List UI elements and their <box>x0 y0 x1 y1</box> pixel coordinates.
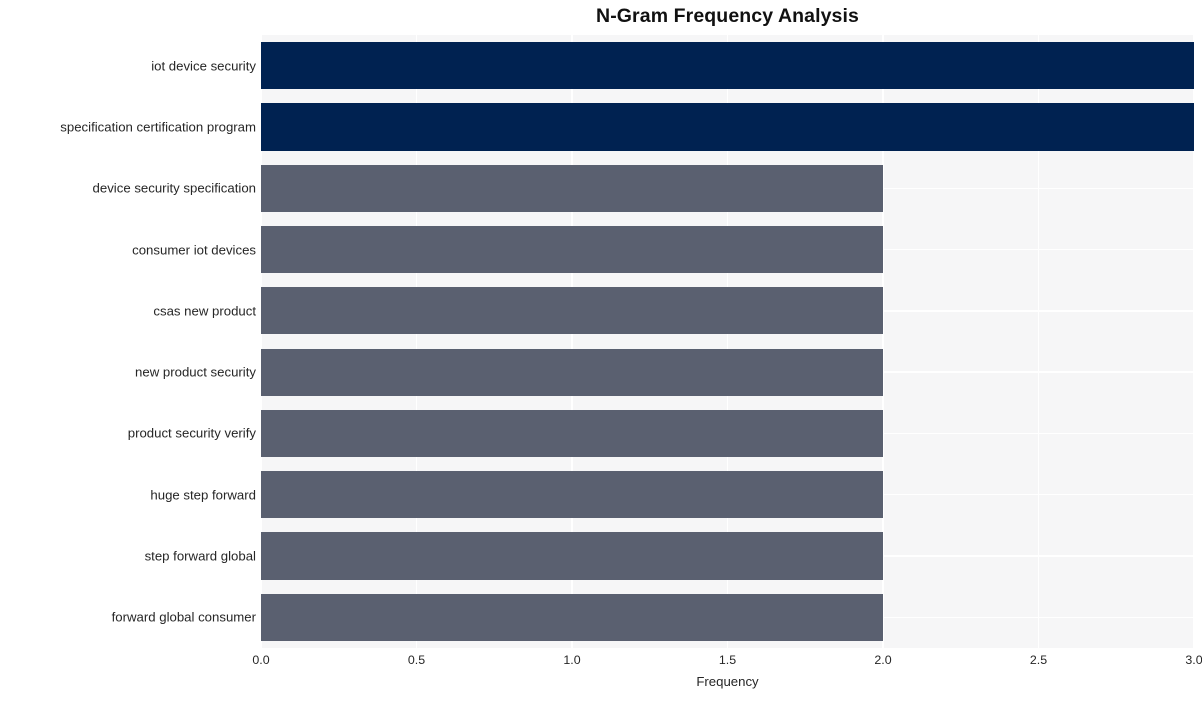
y-tick-label: device security specification <box>92 180 256 196</box>
y-tick-label: product security verify <box>127 425 256 441</box>
y-tick-label: huge step forward <box>150 487 256 503</box>
x-axis-label: Frequency <box>696 674 759 689</box>
y-tick-label: csas new product <box>153 303 256 319</box>
chart-figure: N-Gram Frequency Analysis iot device sec… <box>0 0 1202 701</box>
bar <box>261 348 883 396</box>
y-tick-label: specification certification program <box>60 119 256 135</box>
x-tick-label: 3.0 <box>1185 653 1202 667</box>
bar <box>261 409 883 458</box>
x-tick-label: 0.5 <box>407 653 426 667</box>
x-tick-label: 1.5 <box>718 653 737 667</box>
y-tick-label: consumer iot devices <box>132 242 256 258</box>
bar <box>261 103 1194 151</box>
plot-area <box>261 35 1194 648</box>
y-tick-label: new product security <box>135 364 256 380</box>
bar <box>261 471 883 519</box>
x-tick-label: 1.0 <box>563 653 581 667</box>
chart-title: N-Gram Frequency Analysis <box>596 5 859 27</box>
bar <box>261 532 883 580</box>
bar <box>261 287 883 335</box>
x-tick-label: 0.0 <box>252 653 270 667</box>
y-tick-label: step forward global <box>144 548 256 564</box>
bar <box>261 593 883 641</box>
y-tick-label: iot device security <box>151 58 256 74</box>
bar <box>261 164 883 212</box>
y-tick-label: forward global consumer <box>111 609 256 625</box>
bar <box>261 225 883 274</box>
x-tick-label: 2.5 <box>1029 653 1048 667</box>
bar <box>261 42 1194 90</box>
x-tick-label: 2.0 <box>874 653 892 667</box>
